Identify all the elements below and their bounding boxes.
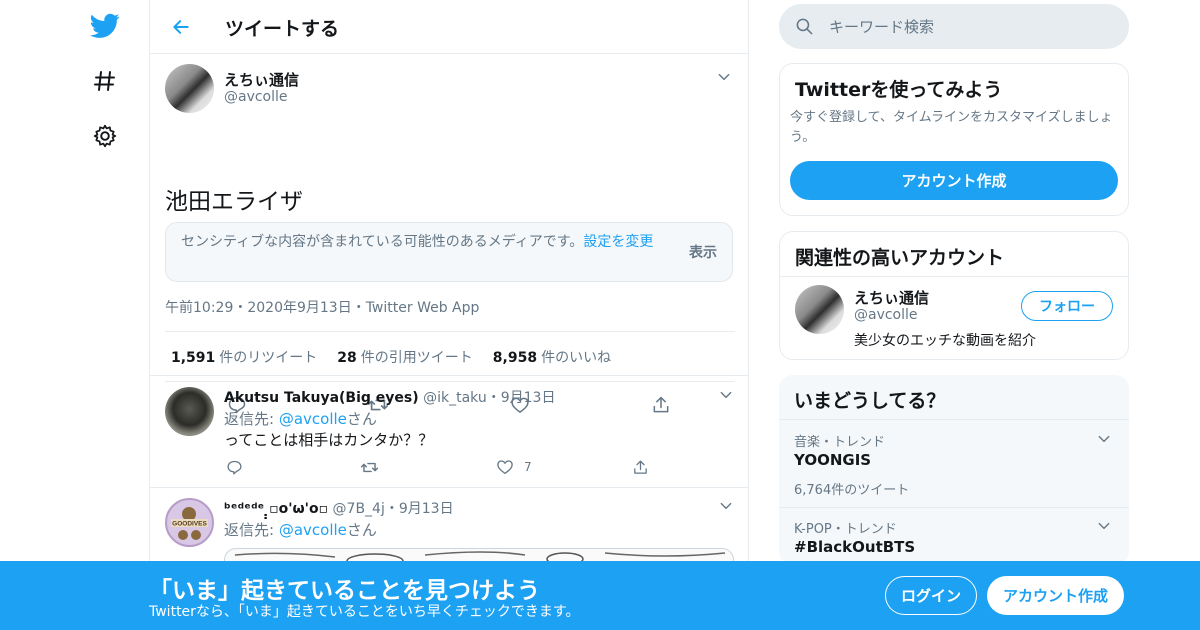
avatar-text: GOODIVES — [172, 521, 207, 528]
avatar-art: GOODIVES — [171, 507, 208, 540]
reply-to-handle[interactable]: @avcolle — [279, 410, 347, 428]
like-label: 件のいいね — [541, 349, 612, 366]
signup-card: Twitterを使ってみよう 今すぐ登録して、タイムラインをカスタマイズしましょ… — [779, 63, 1129, 216]
quote-count: 28 — [337, 349, 357, 366]
left-nav — [60, 0, 150, 630]
divider — [779, 507, 1129, 508]
reply-author-name[interactable]: ᵇᵉᵈᵉᵈᵉ ̣̣▫o'ω'o▫ — [224, 501, 328, 517]
reply-text: ってことは相手はカンタか？？ — [224, 431, 434, 449]
back-arrow-icon[interactable] — [168, 14, 194, 40]
trends-card: いまどうしてる？ 音楽・トレンド YOONGIS 6,764件のツイート K-P… — [779, 375, 1129, 565]
related-title: 関連性の高いアカウント — [795, 247, 1005, 269]
reply-suffix: さん — [346, 521, 377, 539]
create-account-button[interactable]: アカウント作成 — [790, 161, 1118, 200]
signup-title: Twitterを使ってみよう — [795, 79, 1003, 101]
show-media-button[interactable]: 表示 — [689, 242, 717, 262]
search-icon — [795, 17, 814, 40]
sensitive-text: センシティブな内容が含まれている可能性のあるメディアです。 — [181, 234, 584, 250]
avatar[interactable] — [165, 64, 214, 113]
reply-author-handle[interactable]: @7B_4j — [333, 501, 385, 517]
related-accounts-card: 関連性の高いアカウント えちぃ通信 @avcolle 美少女のエッチな動画を紹介… — [779, 231, 1129, 360]
chevron-down-icon[interactable] — [717, 497, 735, 515]
chevron-down-icon[interactable] — [717, 386, 735, 404]
avatar[interactable] — [165, 387, 214, 436]
avatar[interactable] — [795, 285, 844, 334]
replying-to: 返信先: @avcolleさん — [224, 408, 377, 429]
reply-date[interactable]: ・9月13日 — [385, 501, 454, 517]
related-bio: 美少女のエッチな動画を紹介 — [854, 333, 1036, 349]
reply-suffix: さん — [346, 410, 377, 428]
trends-title: いまどうしてる？ — [794, 390, 946, 412]
avatar[interactable]: GOODIVES — [165, 498, 214, 547]
signup-banner: 「いま」起きていることを見つけよう Twitterなら、「いま」起きていることを… — [0, 561, 1200, 630]
reply-tweet[interactable]: Akutsu Takuya(Big eyes) @ik_taku・9月13日 返… — [150, 377, 748, 488]
author-handle[interactable]: @avcolle — [224, 89, 288, 105]
like-icon[interactable] — [493, 455, 517, 479]
banner-subtitle: Twitterなら、「いま」起きていることをいち早くチェックできます。 — [149, 604, 580, 620]
divider — [780, 276, 1128, 277]
chevron-down-icon[interactable] — [715, 68, 733, 86]
author-name[interactable]: えちぃ通信 — [224, 69, 299, 90]
share-icon[interactable] — [628, 455, 652, 479]
banner-title: 「いま」起きていることを見つけよう — [149, 578, 540, 604]
tweet-stats: 1,591 件のリツイート 28 件の引用ツイート 8,958 件のいいね — [165, 331, 735, 382]
sensitive-message: センシティブな内容が含まれている可能性のあるメディアです。設定を変更 — [181, 233, 671, 252]
retweet-stat[interactable]: 1,591 件のリツイート — [171, 347, 317, 367]
reply-like-count: 7 — [524, 460, 532, 474]
signup-description: 今すぐ登録して、タイムラインをカスタマイズしましょう。 — [790, 110, 1113, 145]
page-header: ツイートする — [150, 0, 748, 54]
chevron-down-icon[interactable] — [1095, 430, 1113, 448]
related-name[interactable]: えちぃ通信 — [854, 287, 929, 308]
quote-label: 件の引用ツイート — [360, 349, 473, 366]
retweet-count: 1,591 — [171, 349, 216, 366]
retweet-icon[interactable] — [357, 455, 381, 479]
trend-name[interactable]: #BlackOutBTS — [794, 538, 915, 556]
reply-author-name[interactable]: Akutsu Takuya(Big eyes) — [224, 390, 419, 406]
reply-header: Akutsu Takuya(Big eyes) @ik_taku・9月13日 — [224, 387, 555, 407]
trend-name[interactable]: YOONGIS — [794, 451, 871, 469]
gear-icon[interactable] — [88, 119, 122, 153]
divider — [779, 419, 1129, 420]
search-bar — [779, 4, 1129, 49]
follow-button[interactable]: フォロー — [1021, 291, 1113, 321]
twitter-bird-icon[interactable] — [88, 9, 122, 43]
reply-date[interactable]: ・9月13日 — [487, 390, 556, 406]
main-tweet: えちぃ通信 @avcolle 池田エライザ センシティブな内容が含まれている可能… — [150, 54, 748, 414]
page-title: ツイートする — [225, 18, 340, 40]
signup-button[interactable]: アカウント作成 — [987, 576, 1124, 615]
change-settings-link[interactable]: 設定を変更 — [583, 234, 653, 250]
tweet-column: ツイートする えちぃ通信 @avcolle 池田エライザ センシティブな内容が含… — [149, 0, 749, 630]
trend-category: 音楽・トレンド — [794, 435, 886, 450]
retweet-label: 件のリツイート — [219, 349, 318, 366]
reply-author-handle[interactable]: @ik_taku — [423, 390, 487, 406]
trend-count: 6,764件のツイート — [794, 483, 910, 498]
like-stat[interactable]: 8,958 件のいいね — [493, 347, 611, 367]
tweet-timestamp[interactable]: 午前10:29・2020年9月13日・Twitter Web App — [165, 297, 479, 317]
quote-stat[interactable]: 28 件の引用ツイート — [337, 347, 472, 367]
reply-prefix: 返信先: — [224, 521, 279, 539]
reply-to-handle[interactable]: @avcolle — [279, 521, 347, 539]
login-button[interactable]: ログイン — [885, 576, 977, 615]
chevron-down-icon[interactable] — [1095, 517, 1113, 535]
replying-to: 返信先: @avcolleさん — [224, 519, 377, 540]
search-input[interactable] — [829, 4, 1109, 49]
tweet-text: 池田エライザ — [165, 189, 303, 215]
reply-icon[interactable] — [222, 455, 246, 479]
like-count: 8,958 — [492, 349, 538, 366]
related-handle[interactable]: @avcolle — [854, 307, 918, 323]
reply-header: ᵇᵉᵈᵉᵈᵉ ̣̣▫o'ω'o▫ @7B_4j・9月13日 — [224, 498, 454, 518]
trend-category: K-POP・トレンド — [794, 522, 897, 537]
hashtag-icon[interactable] — [88, 64, 122, 98]
sensitive-media-notice: センシティブな内容が含まれている可能性のあるメディアです。設定を変更 表示 — [165, 222, 733, 282]
reply-prefix: 返信先: — [224, 410, 279, 428]
